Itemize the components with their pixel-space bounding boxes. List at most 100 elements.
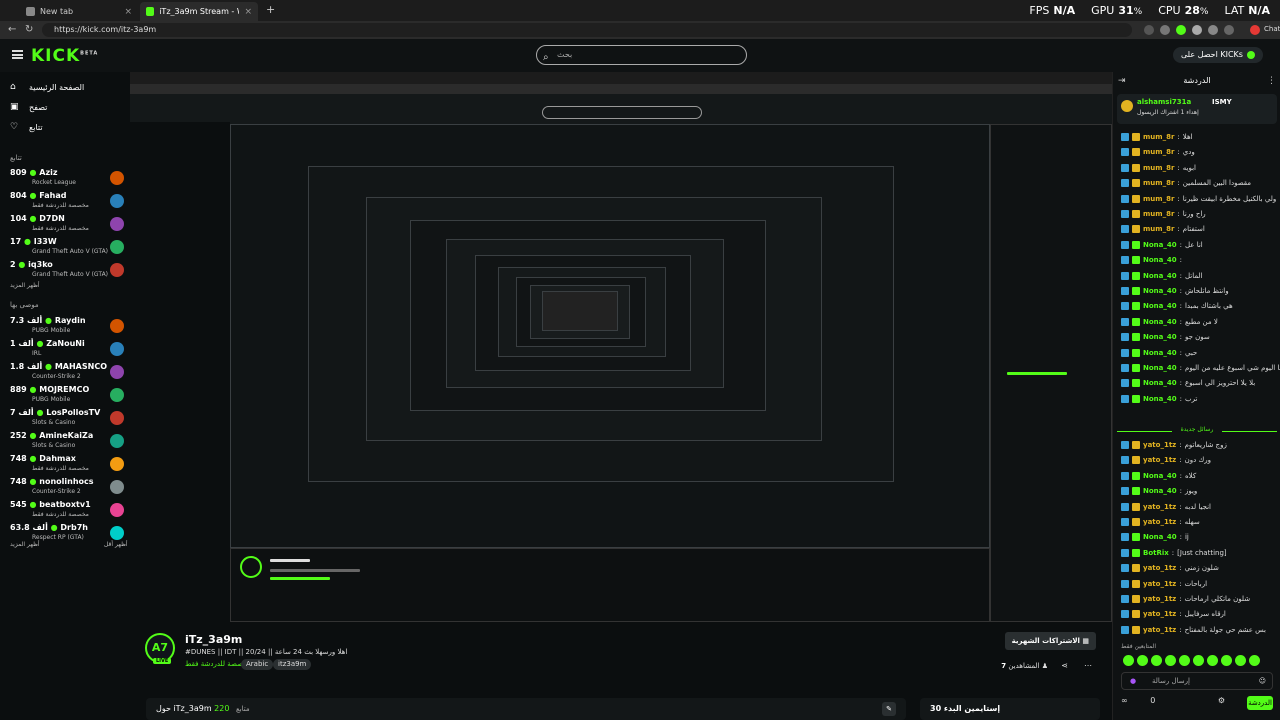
channel-name: 748 ● Dahmax: [10, 454, 76, 463]
chat-username[interactable]: Nona_40: [1143, 349, 1177, 357]
reload-icon[interactable]: ↻: [25, 24, 33, 35]
chat-username[interactable]: mum_8r: [1143, 195, 1174, 203]
sidebar-channel[interactable]: 1.8 ألف ● MAHASNCO Counter-Strike 2: [10, 362, 124, 384]
sidebar-channel[interactable]: 889 ● MOJREMCO PUBG Mobile: [10, 385, 124, 407]
video-player[interactable]: [130, 72, 1112, 622]
emote-icon[interactable]: [1179, 655, 1190, 666]
sidebar-item-browse[interactable]: ▣ تصفح: [10, 102, 47, 112]
chat-text: الماتل: [1184, 271, 1203, 280]
tag-arabic[interactable]: Arabic: [241, 659, 274, 670]
chat-username[interactable]: mum_8r: [1143, 148, 1174, 156]
url-field[interactable]: https://kick.com/itz-3a9m: [42, 23, 1132, 37]
emote-icon[interactable]: [1165, 655, 1176, 666]
chat-username[interactable]: mum_8r: [1143, 179, 1174, 187]
mic-icon[interactable]: ●: [1130, 673, 1136, 689]
chat-username[interactable]: yato_1tz: [1143, 595, 1176, 603]
chat-username[interactable]: Nona_40: [1143, 287, 1177, 295]
sidebar-channel[interactable]: 2 ● iq3ko Grand Theft Auto V (GTA): [10, 260, 124, 282]
browser-tab-stream[interactable]: iTz_3a9m Stream - Watch Live on ×: [140, 2, 258, 21]
profile-avatar[interactable]: [1250, 25, 1260, 35]
search-input[interactable]: ⌕ بحث: [536, 45, 747, 65]
chat-username[interactable]: BotRix: [1143, 549, 1169, 557]
link-icon[interactable]: ∞: [1121, 696, 1128, 705]
chat-username[interactable]: yato_1tz: [1143, 456, 1176, 464]
sidebar-channel[interactable]: 809 ● Aziz Rocket League: [10, 168, 124, 190]
chat-username[interactable]: Nona_40: [1143, 318, 1177, 326]
chat-input[interactable]: ● إرسال رسالة ☺: [1121, 672, 1273, 690]
sidebar-channel[interactable]: 7.3 ألف ● Raydin PUBG Mobile: [10, 316, 124, 338]
sidebar-channel[interactable]: 17 ● I33W Grand Theft Auto V (GTA): [10, 237, 124, 259]
show-more-recommended[interactable]: أظهر المزيد: [10, 541, 40, 548]
chat-username[interactable]: mum_8r: [1143, 164, 1174, 172]
sidebar-channel[interactable]: 748 ● Dahmax مخصصة للدردشة فقط: [10, 454, 124, 476]
chat-username[interactable]: yato_1tz: [1143, 518, 1176, 526]
collapse-chat-icon[interactable]: ⇥: [1118, 72, 1126, 90]
sidebar-channel[interactable]: 748 ● nonolinhocs Counter-Strike 2: [10, 477, 124, 499]
chat-username[interactable]: Nona_40: [1143, 256, 1177, 264]
show-more-following[interactable]: أظهر المزيد: [10, 282, 40, 289]
show-less-recommended[interactable]: أظهر أقل: [104, 541, 128, 548]
chat-username[interactable]: Nona_40: [1143, 364, 1177, 372]
settings-icon[interactable]: ⚙: [1218, 696, 1225, 705]
chat-username[interactable]: Nona_40: [1143, 472, 1177, 480]
chat-username[interactable]: Nona_40: [1143, 272, 1177, 280]
chat-username[interactable]: Nona_40: [1143, 379, 1177, 387]
kick-logo[interactable]: KICKBETA: [31, 46, 98, 66]
more-options-icon[interactable]: ⋯: [1084, 661, 1092, 670]
emote-icon[interactable]: [1249, 655, 1260, 666]
tag-itz3a9m[interactable]: itz3a9m: [273, 659, 312, 670]
chat-username[interactable]: Nona_40: [1143, 487, 1177, 495]
edit-icon[interactable]: ✎: [882, 702, 896, 716]
get-kicks-button[interactable]: احصل على KICKs: [1173, 47, 1263, 63]
new-tab-icon[interactable]: +: [266, 3, 275, 16]
emoji-icon[interactable]: ☺: [1259, 673, 1266, 689]
sidebar-channel[interactable]: 545 ● beatboxtv1 مخصصة للدردشة فقط: [10, 500, 124, 522]
tab-close-icon[interactable]: ×: [124, 7, 132, 17]
sidebar-channel[interactable]: 104 ● D7DN مخصصة للدردشة فقط: [10, 214, 124, 236]
streamer-name[interactable]: iTz_3a9m: [185, 633, 242, 646]
subscribe-button[interactable]: الاشتراكات الشهرية ▦: [1004, 632, 1096, 650]
emote-icon[interactable]: [1221, 655, 1232, 666]
chat-username[interactable]: Nona_40: [1143, 241, 1177, 249]
extension-icon[interactable]: [1208, 25, 1218, 35]
chat-username[interactable]: Nona_40: [1143, 302, 1177, 310]
chat-username[interactable]: Nona_40: [1143, 333, 1177, 341]
tab-close-icon[interactable]: ×: [244, 7, 252, 17]
emote-icon[interactable]: [1193, 655, 1204, 666]
share-icon[interactable]: ⋖: [1061, 661, 1068, 670]
chat-menu-icon[interactable]: ⋮: [1267, 72, 1276, 90]
extension-icon[interactable]: [1144, 25, 1154, 35]
sidebar-channel[interactable]: 1 ألف ● ZaNouNi IRL: [10, 339, 124, 361]
chat-username[interactable]: mum_8r: [1143, 133, 1174, 141]
chat-username[interactable]: yato_1tz: [1143, 441, 1176, 449]
chat-username[interactable]: yato_1tz: [1143, 503, 1176, 511]
menu-icon[interactable]: [12, 50, 23, 59]
emote-icon[interactable]: [1235, 655, 1246, 666]
extension-icon[interactable]: [1176, 25, 1186, 35]
emote-icon[interactable]: [1207, 655, 1218, 666]
chat-username[interactable]: mum_8r: [1143, 210, 1174, 218]
chat-username[interactable]: mum_8r: [1143, 225, 1174, 233]
chat-username[interactable]: yato_1tz: [1143, 610, 1176, 618]
emote-icon[interactable]: [1151, 655, 1162, 666]
chat-username[interactable]: Nona_40: [1143, 533, 1177, 541]
chat-send-button[interactable]: الدردشة: [1247, 696, 1273, 710]
sidebar-item-home[interactable]: ⌂ الصفحة الرئيسية: [10, 82, 84, 92]
extension-icon[interactable]: [1192, 25, 1202, 35]
extension-icon[interactable]: [1160, 25, 1170, 35]
sidebar-channel[interactable]: 7 ألف ● LosPollosTV Slots & Casino: [10, 408, 124, 430]
level-badge-icon: [1132, 548, 1140, 557]
chat-username[interactable]: yato_1tz: [1143, 626, 1176, 634]
extension-icon[interactable]: [1224, 25, 1234, 35]
sidebar-channel[interactable]: 804 ● Fahad مخصصة للدردشة فقط: [10, 191, 124, 213]
emote-icon[interactable]: [1137, 655, 1148, 666]
back-icon[interactable]: ←: [8, 24, 16, 35]
sidebar-item-following[interactable]: ♡ تتابع: [10, 122, 43, 132]
chat-username[interactable]: Nona_40: [1143, 395, 1177, 403]
emote-icon[interactable]: [1123, 655, 1134, 666]
pinned-user[interactable]: alshamsi731a: [1137, 98, 1191, 106]
browser-tab-newtab[interactable]: New tab ×: [20, 2, 138, 21]
chat-username[interactable]: yato_1tz: [1143, 564, 1176, 572]
sidebar-channel[interactable]: 252 ● AmineKaiZa Slots & Casino: [10, 431, 124, 453]
chat-username[interactable]: yato_1tz: [1143, 580, 1176, 588]
